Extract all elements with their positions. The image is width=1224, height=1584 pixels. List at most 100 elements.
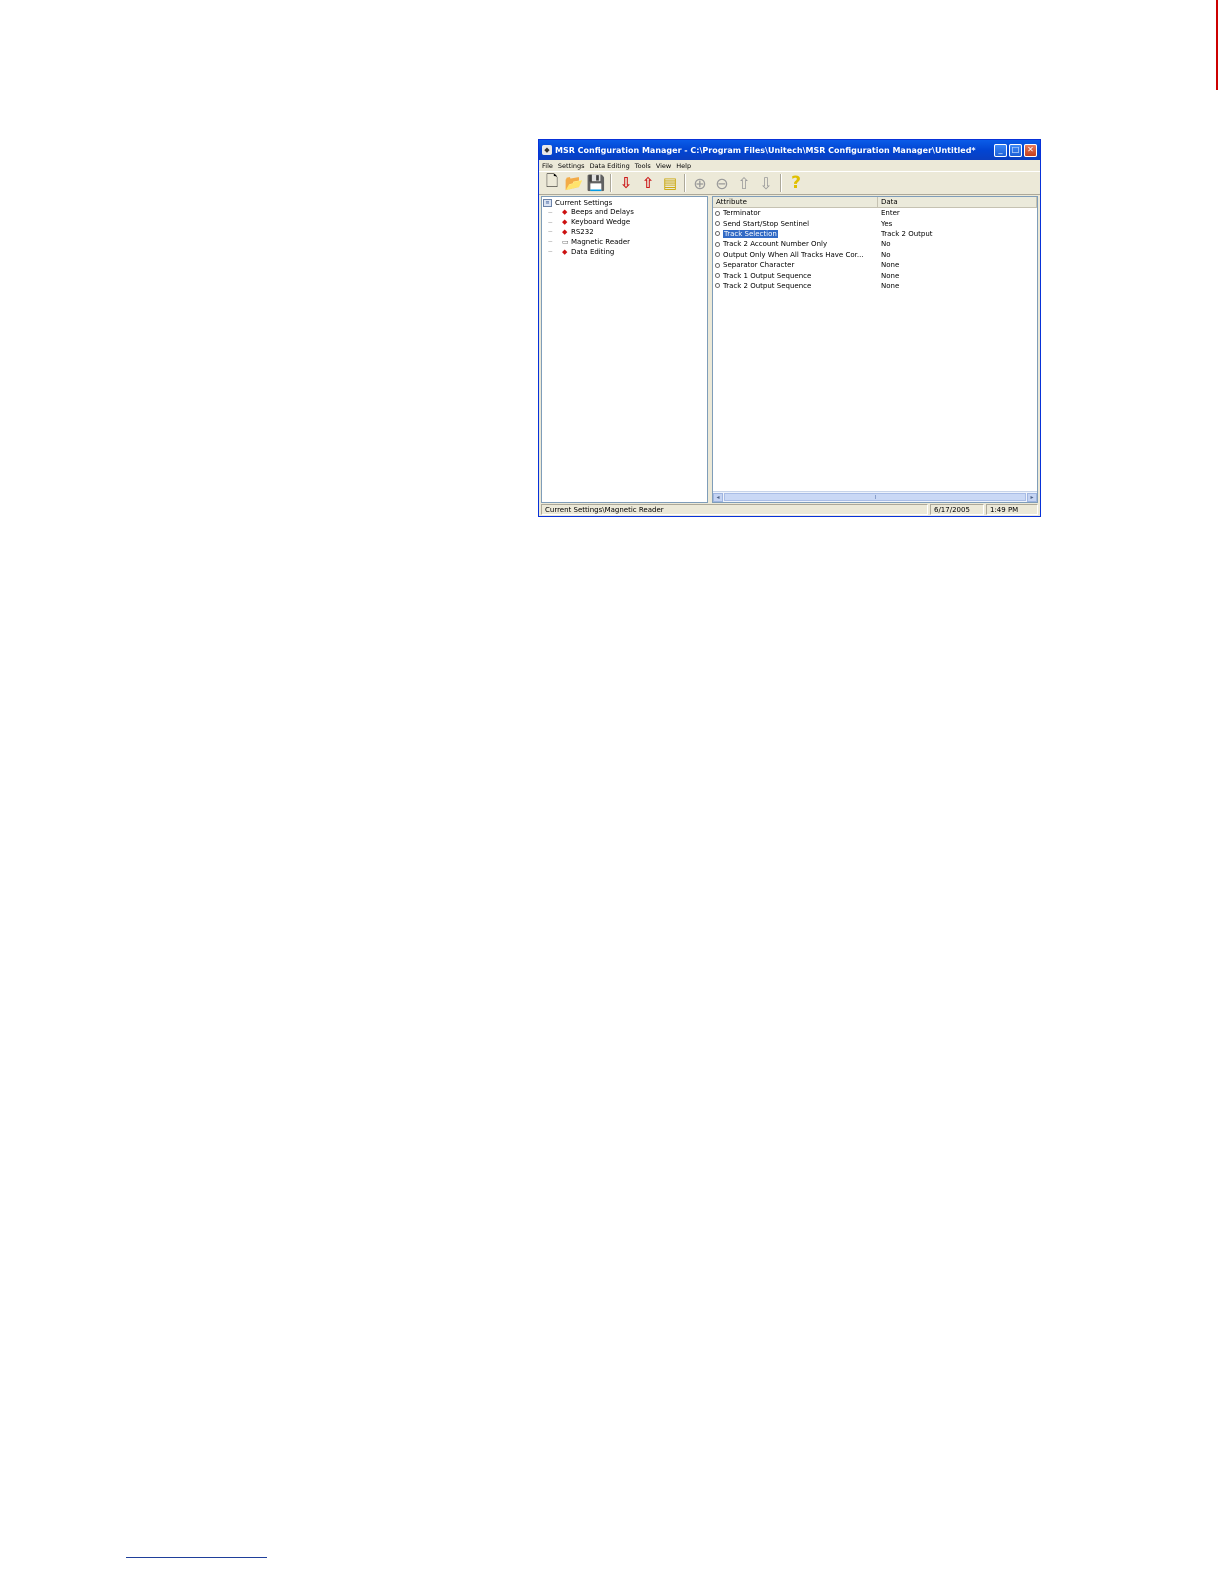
attribute-cell: Output Only When All Tracks Have Cor...: [713, 251, 878, 259]
column-header-attribute[interactable]: Attribute: [713, 197, 878, 207]
property-bullet-icon: [715, 273, 720, 279]
attribute-value: None: [881, 271, 900, 280]
property-bullet-icon: [715, 241, 720, 247]
scrollbar-grip-icon: [875, 495, 879, 499]
tree-branch-line: ---: [548, 228, 553, 236]
tree-item-rs232[interactable]: --- ◆ RS232: [543, 227, 707, 237]
toolbar-separator: [610, 174, 612, 192]
app-icon: ◆: [542, 145, 552, 155]
main-area: ≡ Current Settings --- ◆ Beeps and Delay…: [541, 196, 1038, 503]
menu-data-editing[interactable]: Data Editing: [590, 162, 630, 170]
footnote-rule: [126, 1557, 267, 1558]
attribute-name: Terminator: [723, 209, 761, 218]
attribute-value: No: [881, 250, 891, 259]
open-folder-icon[interactable]: 📂: [563, 173, 585, 193]
property-bullet-icon: [715, 231, 720, 237]
remove-icon[interactable]: ⊖: [711, 173, 733, 193]
attribute-cell: Track 2 Output Sequence: [713, 282, 878, 290]
menu-settings[interactable]: Settings: [558, 162, 585, 170]
menu-tools[interactable]: Tools: [635, 162, 651, 170]
list-row[interactable]: Send Start/Stop Sentinel Yes: [713, 218, 1037, 228]
list-row[interactable]: Terminator Enter: [713, 208, 1037, 218]
attribute-value: None: [881, 261, 900, 270]
attribute-cell: Track 1 Output Sequence: [713, 272, 878, 280]
tree-item-beeps-and-delays[interactable]: --- ◆ Beeps and Delays: [543, 208, 707, 218]
save-icon[interactable]: 💾: [585, 173, 607, 193]
attribute-list: Attribute Data Terminator Enter Send Sta…: [712, 196, 1038, 503]
help-icon[interactable]: ?: [785, 173, 807, 193]
upload-icon[interactable]: ⇧: [637, 173, 659, 193]
toolbar-separator: [684, 174, 686, 192]
notes-icon[interactable]: ▤: [659, 173, 681, 193]
attribute-name: Separator Character: [723, 261, 795, 270]
tree-item-label: RS232: [571, 227, 594, 236]
attribute-value: None: [881, 281, 900, 290]
property-bullet-icon: [715, 210, 720, 216]
scroll-left-icon[interactable]: ◂: [713, 492, 723, 502]
attribute-name: Track 2 Account Number Only: [723, 240, 828, 249]
tree-item-keyboard-wedge[interactable]: --- ◆ Keyboard Wedge: [543, 217, 707, 227]
new-document-icon[interactable]: 🗋: [541, 172, 563, 193]
tree-branch-line: ---: [548, 218, 553, 226]
move-up-icon[interactable]: ⇧: [733, 173, 755, 193]
attribute-cell: Track 2 Account Number Only: [713, 240, 878, 248]
list-header: Attribute Data: [713, 197, 1037, 208]
menu-file[interactable]: File: [542, 162, 553, 170]
status-path: Current Settings\Magnetic Reader: [541, 504, 928, 515]
list-row[interactable]: Track 1 Output Sequence None: [713, 270, 1037, 280]
minimize-button[interactable]: _: [994, 143, 1007, 157]
tree-item-magnetic-reader[interactable]: --- ▭ Magnetic Reader: [543, 237, 707, 247]
title-bar[interactable]: ◆ MSR Configuration Manager - C:\Program…: [539, 140, 1040, 160]
status-bar: Current Settings\Magnetic Reader 6/17/20…: [541, 504, 1038, 515]
list-row[interactable]: Track 2 Output Sequence None: [713, 281, 1037, 291]
attribute-cell: Track Selection: [713, 229, 878, 238]
add-icon[interactable]: ⊕: [689, 173, 711, 193]
setting-node-icon: ◆: [562, 218, 568, 227]
attribute-value: Track 2 Output: [881, 229, 933, 238]
attribute-cell: Terminator: [713, 209, 878, 217]
tree-item-label: Beeps and Delays: [571, 208, 634, 217]
attribute-value: No: [881, 240, 891, 249]
column-header-data[interactable]: Data: [878, 197, 1037, 207]
property-bullet-icon: [715, 221, 720, 227]
horizontal-scrollbar[interactable]: ◂ ▸: [713, 491, 1037, 502]
tree-branch-line: ---: [548, 238, 553, 246]
list-row[interactable]: Separator Character None: [713, 260, 1037, 270]
settings-tree[interactable]: ≡ Current Settings --- ◆ Beeps and Delay…: [541, 196, 708, 503]
list-row[interactable]: Track 2 Account Number Only No: [713, 239, 1037, 249]
menu-help[interactable]: Help: [676, 162, 691, 170]
tree-root[interactable]: ≡ Current Settings: [543, 198, 707, 208]
attribute-cell: Send Start/Stop Sentinel: [713, 220, 878, 228]
attribute-name: Track 1 Output Sequence: [723, 271, 812, 280]
attribute-value: Yes: [881, 219, 893, 228]
tree-root-label: Current Settings: [555, 198, 613, 207]
attribute-name: Track 2 Output Sequence: [723, 281, 812, 290]
attribute-name: Output Only When All Tracks Have Cor...: [723, 250, 864, 259]
attribute-name: Send Start/Stop Sentinel: [723, 219, 810, 228]
list-row-selected[interactable]: Track Selection Track 2 Output: [713, 229, 1037, 239]
app-window: ◆ MSR Configuration Manager - C:\Program…: [538, 139, 1041, 517]
tree-branch-line: ---: [548, 208, 553, 216]
list-row[interactable]: Output Only When All Tracks Have Cor... …: [713, 250, 1037, 260]
menu-bar: File Settings Data Editing Tools View He…: [539, 160, 1040, 171]
tree-item-data-editing[interactable]: --- ◆ Data Editing: [543, 247, 707, 257]
toolbar: 🗋 📂 💾 ⇩ ⇧ ▤ ⊕ ⊖ ⇧ ⇩ ?: [539, 171, 1040, 195]
attribute-cell: Separator Character: [713, 261, 878, 269]
tree-branch-line: ---: [548, 248, 553, 256]
property-bullet-icon: [715, 252, 720, 258]
scrollbar-thumb[interactable]: [724, 493, 1026, 501]
tree-item-label: Keyboard Wedge: [571, 218, 631, 227]
window-title: MSR Configuration Manager - C:\Program F…: [555, 145, 976, 155]
status-time: 1:49 PM: [986, 504, 1038, 515]
attribute-value: Enter: [881, 209, 900, 218]
move-down-icon[interactable]: ⇩: [755, 173, 777, 193]
menu-view[interactable]: View: [656, 162, 671, 170]
settings-root-icon: ≡: [543, 198, 552, 207]
close-button[interactable]: ✕: [1024, 143, 1037, 157]
scroll-right-icon[interactable]: ▸: [1027, 492, 1037, 502]
download-icon[interactable]: ⇩: [615, 173, 637, 193]
page-edge-rule: [1216, 0, 1218, 90]
maximize-button[interactable]: □: [1009, 143, 1022, 157]
setting-node-icon: ◆: [562, 227, 568, 236]
card-reader-icon: ▭: [562, 237, 569, 246]
